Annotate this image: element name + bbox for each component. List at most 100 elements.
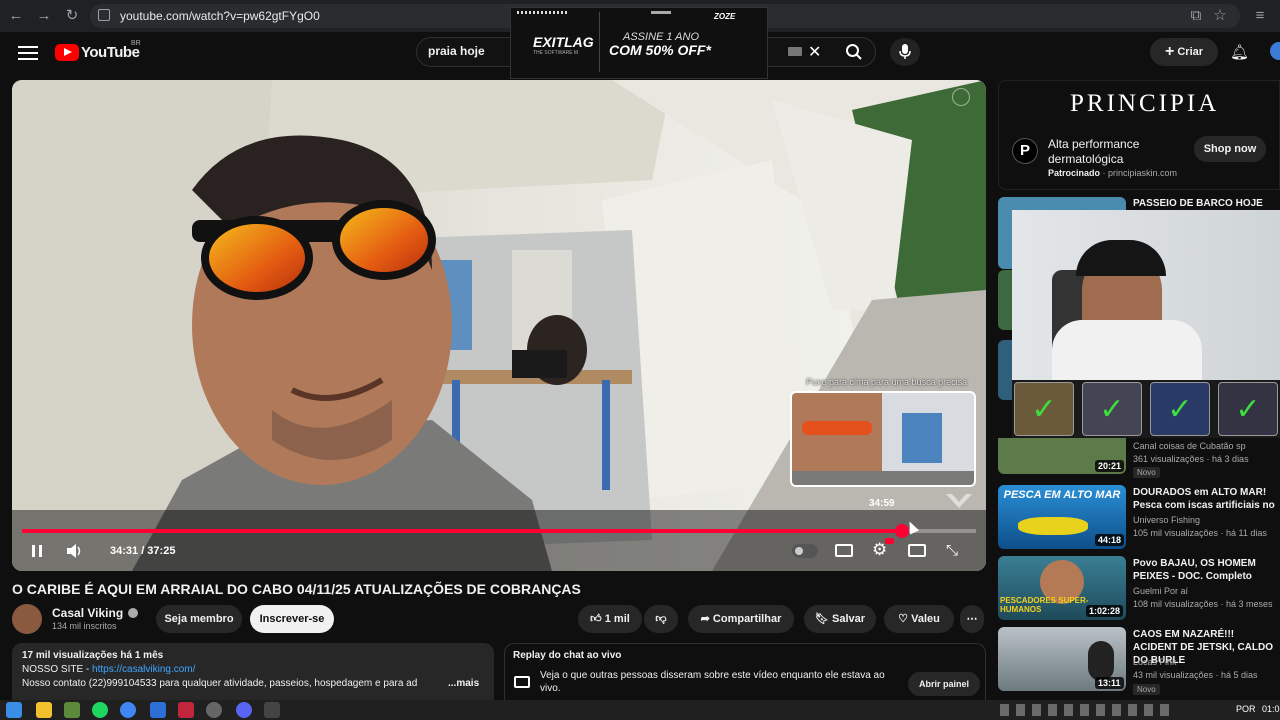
related-meta: 361 visualizações · há 3 dias [1133,454,1249,464]
sponsor-meta: Patrocinado · principiaskin.com [1048,168,1178,178]
taskbar-app-icon[interactable] [178,702,194,718]
thumbs-down-icon: 👎︎ [655,613,667,625]
create-label: Criar [1177,46,1204,58]
clear-search-icon[interactable]: ✕ [808,42,821,62]
sponsor-logo-icon: P [1012,138,1038,164]
video-duration: 20:21 [1095,460,1125,472]
sponsor-domain: principiaskin.com [1108,168,1178,178]
check-icon: ✓ [1082,382,1142,436]
more-actions-icon[interactable]: ⋯ [960,605,984,633]
video-player[interactable]: Puxe para cima para uma busca precisa 34… [12,80,986,571]
show-more-link[interactable]: ...mais [448,678,479,689]
chat-icon [514,676,530,688]
thumb-text: PESCADORES SUPER-HUMANOS [1000,596,1089,614]
pause-button[interactable] [30,543,44,559]
video-duration: 1:02:28 [1086,605,1124,617]
related-title[interactable]: DOURADOS em ALTO MAR! Pesca com iscas ar… [1133,486,1280,512]
heart-icon: ♡ [898,613,909,625]
discord-icon[interactable] [236,702,252,718]
system-tray-icons[interactable] [1000,704,1170,716]
subtitles-icon[interactable] [835,544,853,557]
join-button[interactable]: Seja membro [156,605,242,633]
shop-now-button[interactable]: Shop now [1194,136,1266,162]
new-badge: Novo [1133,467,1160,478]
share-label: Compartilhar [712,613,782,625]
thanks-button[interactable]: ♡ Valeu [884,605,954,633]
subscribe-button[interactable]: Inscrever-se [250,605,334,633]
search-button[interactable] [836,37,872,67]
chat-replay-title: Replay do chat ao vivo [513,650,622,661]
ad-brand: EXITLAG [533,34,594,50]
related-channel[interactable]: Lucas Fink [1133,656,1177,669]
dislike-button[interactable]: 👎︎ [644,605,678,633]
exitlag-ad-banner[interactable]: EXITLAG THE SOFTWARE M ASSINE 1 ANO COM … [510,7,768,79]
info-icon[interactable] [952,88,970,106]
check-icon: ✓ [1150,382,1210,436]
sponsor-brand: PRINCIPIA [1070,90,1220,117]
ad-line2: COM 50% OFF* [609,42,711,58]
seek-hint: Puxe para cima para uma busca precisa [806,377,968,387]
like-button[interactable]: 👍︎ 1 mil [578,605,642,633]
taskbar-app-icon[interactable] [64,702,80,718]
chrome-icon[interactable] [120,702,136,718]
pause-icon [32,545,42,557]
ad-tagline: THE SOFTWARE M [533,50,579,56]
start-icon[interactable] [6,702,22,718]
related-meta: 108 mil visualizações · há 3 meses [1133,599,1273,609]
thumbs-up-icon: 👍︎ [590,613,602,625]
taskbar-app-icon[interactable] [150,702,166,718]
spotify-icon[interactable] [92,702,108,718]
reading-list-icon[interactable]: ≡ [1250,6,1270,26]
channel-avatar[interactable] [12,604,42,634]
channel-watermark-icon[interactable] [944,490,974,512]
site-link[interactable]: https://casalviking.com/ [92,664,195,675]
webcam-overlay: ✓ ✓ ✓ ✓ [1012,210,1280,438]
back-icon[interactable]: ← [6,6,26,26]
related-channel[interactable]: Canal coisas de Cubatão sp [1133,440,1246,453]
autoplay-toggle[interactable] [792,544,818,558]
voice-search-button[interactable] [890,38,920,66]
plus-icon: + [1164,43,1175,60]
taskbar-app-icon[interactable] [206,702,222,718]
file-explorer-icon[interactable] [36,702,52,718]
time-display: 34:31 / 37:25 [110,545,176,557]
related-title[interactable]: PASSEIO DE BARCO HOJE [1133,197,1280,210]
notifications-bell-icon[interactable]: 🔔︎ [1230,43,1249,61]
thumb-text: PESCA EM ALTO MAR [1003,489,1121,501]
open-chat-button[interactable]: Abrir painel [908,672,980,696]
save-button[interactable]: 🔖︎ Salvar [804,605,876,633]
theater-mode-icon[interactable] [908,544,926,557]
share-icon: ➦ [700,613,710,625]
search-query: praia hoje [428,44,485,58]
related-channel[interactable]: Guelmi Por aí [1133,585,1188,598]
verified-badge-icon [128,608,138,618]
contact-line: Nosso contato (22)999104533 para qualque… [22,678,418,689]
related-title[interactable]: Povo BAJAU, OS HOMEM PEIXES - DOC. Compl… [1133,557,1280,583]
reload-icon[interactable]: ↻ [62,6,82,26]
keyboard-language[interactable]: POR [1236,704,1256,714]
seek-hover-time: 34:59 [869,498,895,509]
taskbar-app-icon[interactable] [264,702,280,718]
fullscreen-icon[interactable]: ⤡ [946,542,958,559]
share-button[interactable]: ➦ Compartilhar [688,605,794,633]
check-icon: ✓ [1014,382,1074,436]
check-icon: ✓ [1218,382,1278,436]
keyboard-icon[interactable] [788,47,802,56]
related-channel[interactable]: Universo Fishing [1133,514,1200,527]
create-button[interactable]: + Criar [1150,38,1218,66]
video-duration: 13:11 [1095,677,1124,689]
youtube-logo-icon[interactable] [55,44,79,61]
site-info-icon[interactable] [98,9,110,21]
taskbar-clock[interactable]: 01:0 [1262,704,1280,714]
sponsor-headline: Alta performance dermatológica [1048,137,1140,166]
related-meta: 105 mil visualizações · há 11 dias [1133,528,1267,538]
volume-button[interactable] [66,543,84,559]
forward-icon[interactable]: → [34,6,54,26]
site-prefix: NOSSO SITE - [22,664,93,675]
save-label: Salvar [832,613,866,625]
channel-name[interactable]: Casal Viking [52,606,123,620]
bookmark-star-icon[interactable]: ☆ [1210,6,1230,26]
install-icon[interactable]: ⧉ [1186,6,1206,26]
progress-bar[interactable] [22,524,976,538]
menu-icon[interactable] [18,44,38,60]
